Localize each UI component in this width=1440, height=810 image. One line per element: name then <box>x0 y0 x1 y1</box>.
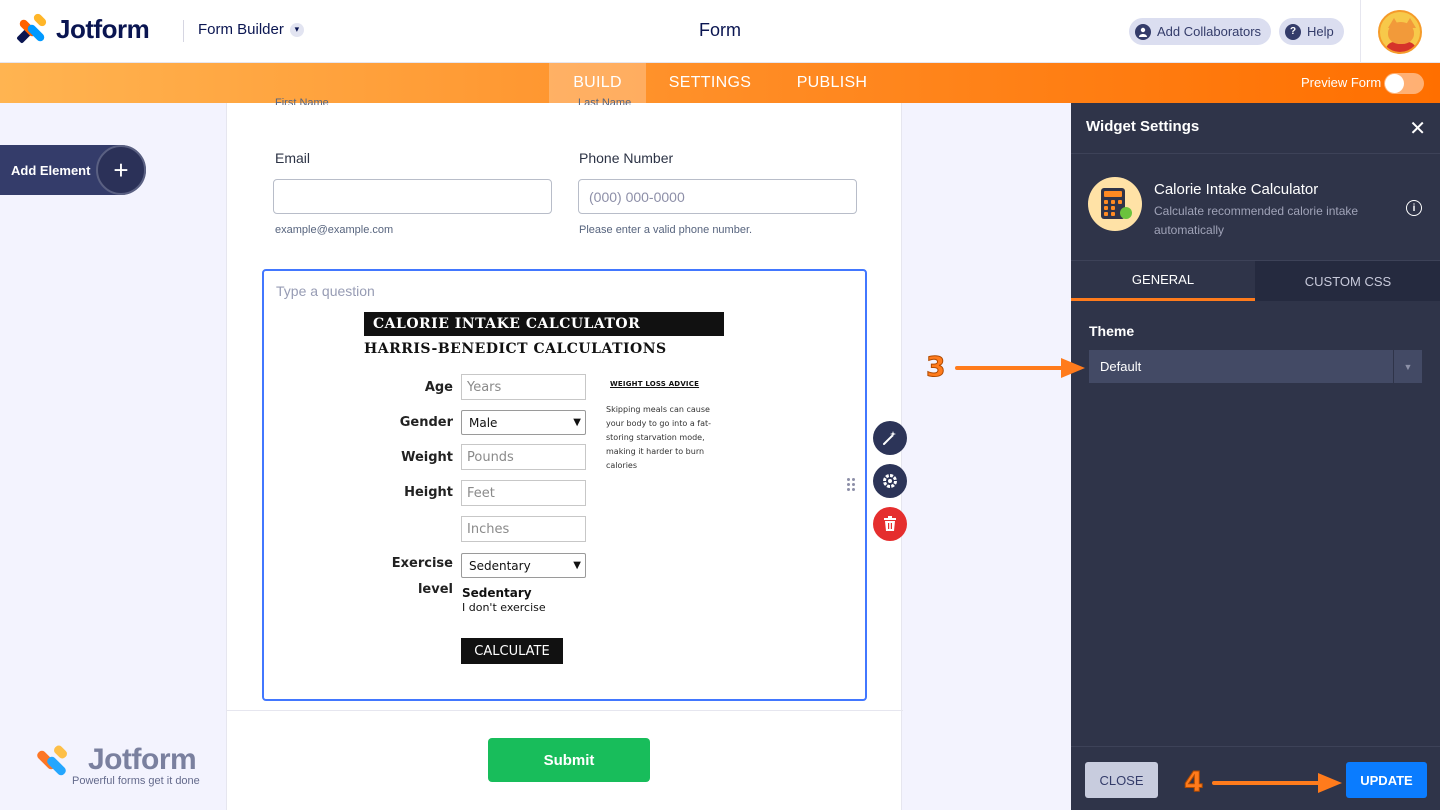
step-4-arrow <box>1212 781 1320 785</box>
brand-name: Jotform <box>56 14 150 44</box>
user-icon <box>1135 23 1151 40</box>
trash-icon <box>884 516 896 531</box>
panel-title: Widget Settings <box>1086 118 1200 135</box>
question-input[interactable]: Type a question <box>276 283 375 299</box>
delete-button[interactable] <box>873 507 907 541</box>
email-hint: example@example.com <box>275 224 394 236</box>
info-icon[interactable]: i <box>1406 200 1422 216</box>
calculator-icon <box>1088 177 1142 231</box>
form-builder-label: Form Builder <box>198 21 284 38</box>
widget-info: Calorie Intake Calculator Calculate reco… <box>1071 154 1440 261</box>
form-canvas: First Name Last Name Email example@examp… <box>226 97 903 810</box>
last-name-sublabel: Last Name <box>578 97 632 105</box>
chevron-down-icon: ▼ <box>573 417 581 428</box>
weight-label: Weight <box>401 450 453 465</box>
email-field[interactable] <box>273 179 552 214</box>
divider <box>227 710 903 711</box>
exercise-value: Sedentary <box>469 558 531 573</box>
update-button[interactable]: UPDATE <box>1346 762 1427 798</box>
arrow-head-icon <box>1318 773 1342 793</box>
help-label: Help <box>1307 24 1334 39</box>
chevron-down-icon: ▼ <box>1393 350 1422 383</box>
panel-tabs: GENERAL CUSTOM CSS <box>1071 261 1440 301</box>
calorie-widget-field[interactable]: Type a question CALORIE INTAKE CALCULATO… <box>262 269 867 701</box>
arrow-head-icon <box>1061 358 1085 378</box>
weight-input[interactable]: Pounds <box>461 444 586 470</box>
watermark-brand: Jotform <box>88 743 197 776</box>
calculator-title: CALORIE INTAKE CALCULATOR <box>364 312 724 336</box>
magic-wand-icon <box>883 431 896 445</box>
theme-select[interactable]: Default ▼ <box>1089 350 1422 383</box>
calculator-subtitle: HARRIS-BENEDICT CALCULATIONS <box>364 341 667 357</box>
calculate-button[interactable]: CALCULATE <box>461 638 563 664</box>
tab-custom-css[interactable]: CUSTOM CSS <box>1256 261 1440 301</box>
age-input[interactable]: Years <box>461 374 586 400</box>
avatar[interactable] <box>1378 10 1422 54</box>
gender-label: Gender <box>399 415 453 430</box>
panel-header: Widget Settings ✕ <box>1071 103 1440 154</box>
help-icon: ? <box>1285 23 1301 40</box>
phone-label: Phone Number <box>579 150 674 166</box>
builder-nav: BUILD SETTINGS PUBLISH Preview Form <box>0 63 1440 103</box>
gear-icon <box>883 474 897 488</box>
top-bar: Jotform Form Builder ▾ Form Add Collabor… <box>0 0 1440 63</box>
settings-button[interactable] <box>873 464 907 498</box>
divider <box>1360 0 1361 63</box>
magic-wand-button[interactable] <box>873 421 907 455</box>
form-builder-dropdown[interactable]: Form Builder ▾ <box>198 21 304 38</box>
widget-description: Calculate recommended calorie intake aut… <box>1154 204 1359 237</box>
gender-value: Male <box>469 415 498 430</box>
add-element-label: Add Element <box>11 162 91 178</box>
plus-icon: + <box>96 145 146 195</box>
chevron-down-icon: ▾ <box>289 22 304 37</box>
widget-settings-panel: Widget Settings ✕ Calorie Intake Calcula… <box>1071 103 1440 810</box>
drag-handle[interactable] <box>847 478 855 494</box>
add-collaborators-button[interactable]: Add Collaborators <box>1129 18 1272 45</box>
watermark-tagline: Powerful forms get it done <box>72 775 200 787</box>
panel-footer: CLOSE UPDATE <box>1071 746 1440 810</box>
exercise-label: Exercise <box>391 556 453 571</box>
add-element-button[interactable]: Add Element + <box>0 145 146 195</box>
widget-name: Calorie Intake Calculator <box>1154 181 1319 198</box>
tab-settings[interactable]: SETTINGS <box>656 63 764 103</box>
advice-heading: WEIGHT LOSS ADVICE <box>610 380 700 388</box>
theme-value: Default <box>1100 359 1142 374</box>
help-button[interactable]: ? Help <box>1279 18 1344 45</box>
height-inches-input[interactable]: Inches <box>461 516 586 542</box>
tab-general[interactable]: GENERAL <box>1071 261 1255 301</box>
close-icon[interactable]: ✕ <box>1409 116 1426 141</box>
first-name-sublabel: First Name <box>275 97 329 105</box>
age-label: Age <box>424 380 453 395</box>
submit-button[interactable]: Submit <box>488 738 650 782</box>
phone-hint: Please enter a valid phone number. <box>579 224 753 236</box>
exercise-level-title: Sedentary <box>462 586 532 600</box>
exercise-level-desc: I don't exercise <box>462 601 546 614</box>
jotform-logo[interactable]: Jotform <box>16 11 150 45</box>
exercise-select[interactable]: Sedentary ▼ <box>461 553 586 578</box>
jotform-logo-icon <box>35 743 70 779</box>
close-button[interactable]: CLOSE <box>1085 762 1158 798</box>
gender-select[interactable]: Male ▼ <box>461 410 586 435</box>
height-feet-input[interactable]: Feet <box>461 480 586 506</box>
tab-publish[interactable]: PUBLISH <box>783 63 881 103</box>
advice-text: Skipping meals can cause your body to go… <box>606 405 712 470</box>
step-4-marker: 4 <box>1183 765 1204 799</box>
divider <box>183 20 184 42</box>
jotform-logo-icon <box>16 11 48 45</box>
exercise-label-2: level <box>417 582 453 597</box>
preview-form-label: Preview Form <box>1301 75 1382 90</box>
theme-label: Theme <box>1089 323 1135 339</box>
step-3-arrow <box>955 366 1063 370</box>
add-collaborators-label: Add Collaborators <box>1157 24 1262 39</box>
phone-field[interactable]: (000) 000-0000 <box>578 179 857 214</box>
height-label: Height <box>404 485 453 500</box>
preview-form-toggle[interactable] <box>1384 73 1424 94</box>
chevron-down-icon: ▼ <box>573 560 581 571</box>
step-3-marker: 3 <box>925 350 946 384</box>
email-label: Email <box>275 150 311 166</box>
